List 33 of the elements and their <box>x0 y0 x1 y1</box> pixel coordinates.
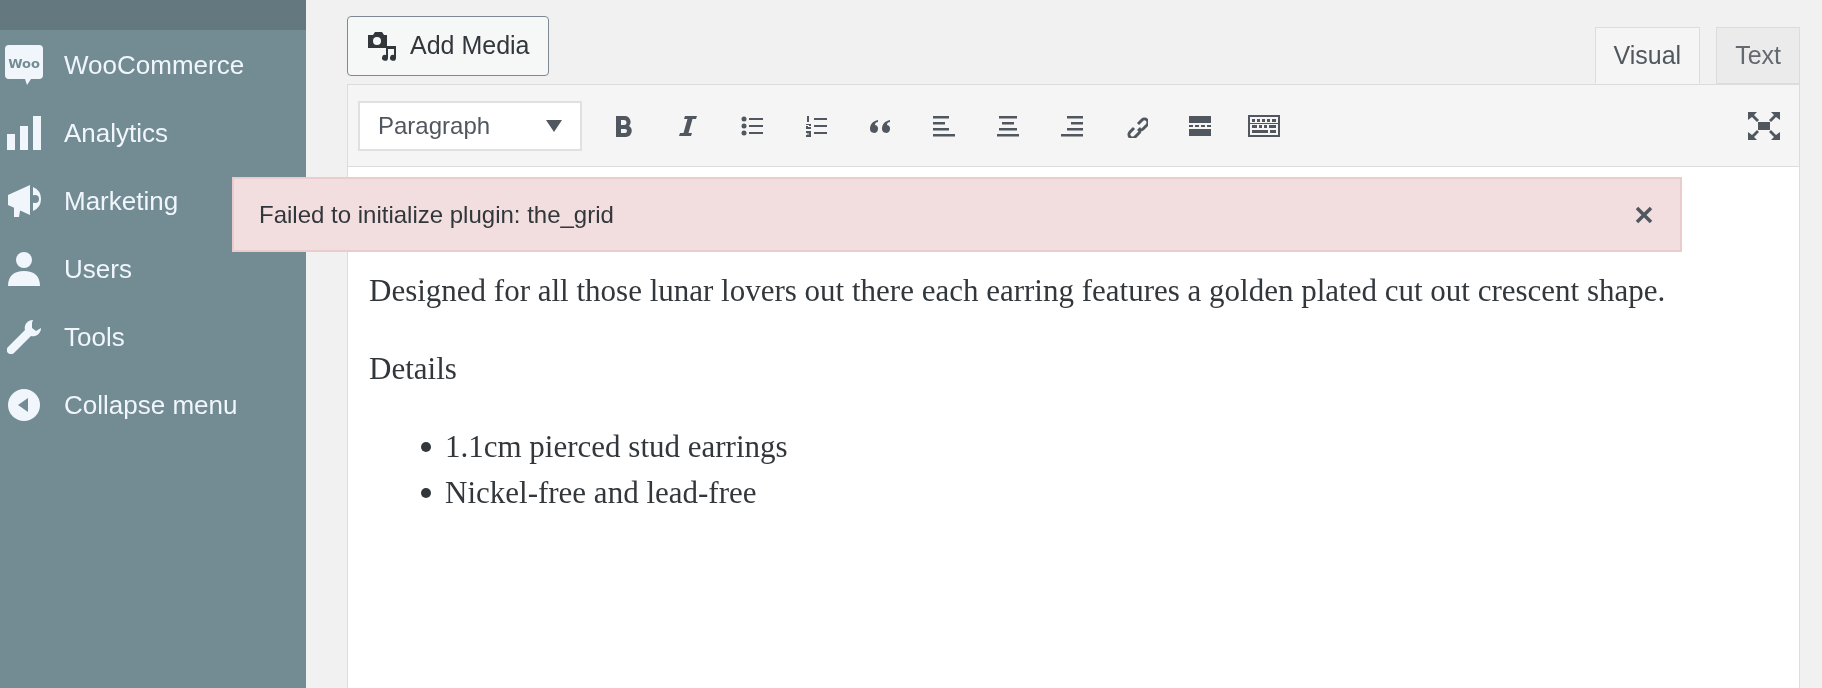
read-more-icon <box>1188 113 1212 138</box>
bar-chart-icon <box>7 116 41 150</box>
woo-logo-icon: Woo <box>5 45 43 85</box>
sidebar-menu-item[interactable]: Woo WooCommerce <box>0 31 306 99</box>
align-left-icon <box>932 113 956 138</box>
format-dropdown[interactable]: Paragraph <box>358 100 582 151</box>
align-center-icon <box>996 113 1020 138</box>
fullscreen-icon <box>1748 111 1780 140</box>
bullet-icon <box>421 488 431 498</box>
camera-music-icon <box>366 30 398 62</box>
details-label: Details <box>369 350 458 388</box>
user-icon <box>8 252 40 286</box>
align-right-icon <box>1060 113 1084 138</box>
dropdown-caret-icon <box>546 119 562 132</box>
collapse-icon <box>8 389 40 421</box>
close-icon <box>1635 205 1653 224</box>
wrench-icon <box>7 320 41 354</box>
body-paragraph: Designed for all those lunar lovers out there each earring features a golden plated cut out crescent shape. <box>369 272 1667 310</box>
add-media-button[interactable]: Add Media <box>347 16 549 76</box>
italic-icon <box>676 113 700 138</box>
numbered-list-icon <box>804 113 828 138</box>
list-item-text: 1.1cm pierced stud earrings <box>445 428 788 466</box>
bullet-icon <box>421 442 431 452</box>
editor-tab[interactable]: Text <box>1716 27 1800 84</box>
keyboard-icon <box>1248 113 1280 138</box>
sidebar-menu-item[interactable]: Collapse menu <box>0 371 306 439</box>
sidebar-menu-item[interactable]: Users <box>0 235 306 303</box>
editor-tab[interactable]: Visual <box>1594 27 1701 84</box>
error-message: Failed to initialize plugin: the_grid <box>259 199 614 230</box>
megaphone-icon <box>6 183 42 219</box>
sidebar-menu-item[interactable]: Analytics <box>0 99 306 167</box>
list-item-text: Nickel-free and lead-free <box>445 474 757 512</box>
sidebar-menu-item[interactable]: Tools <box>0 303 306 371</box>
